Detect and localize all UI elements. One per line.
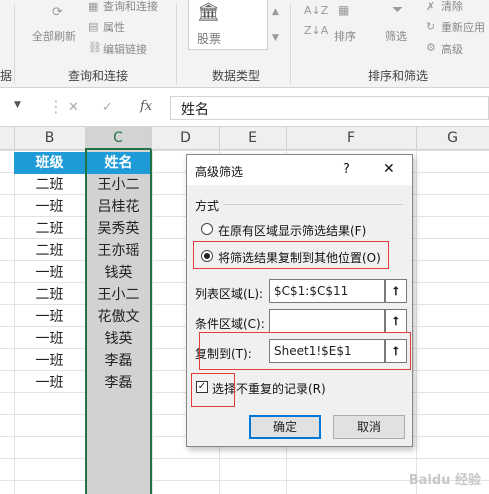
- column-header-g[interactable]: G: [416, 127, 489, 150]
- clear-filter-icon: ✗: [426, 0, 436, 13]
- name-box[interactable]: ▼: [0, 96, 40, 120]
- criteria-range-label: 条件区域(C):: [195, 317, 265, 331]
- sort-za-icon[interactable]: Z↓A: [304, 24, 328, 37]
- column-header-b[interactable]: B: [14, 127, 86, 150]
- radio-inplace-label[interactable]: 在原有区域显示筛选结果(F): [218, 222, 366, 239]
- table-cell-class[interactable]: 二班: [14, 218, 85, 240]
- column-header-d[interactable]: D: [152, 127, 220, 150]
- edit-links-button[interactable]: 编辑链接: [103, 41, 147, 57]
- scroll-up-icon[interactable]: ▲: [272, 6, 279, 19]
- table-cell-class[interactable]: 一班: [14, 350, 85, 372]
- list-range-collapse-icon[interactable]: ⭡: [385, 279, 407, 303]
- dialog-titlebar: 高级筛选 ? ✕: [187, 155, 412, 185]
- sort-dialog-icon: ▦: [338, 3, 350, 17]
- table-cell-class[interactable]: 二班: [14, 174, 85, 196]
- formula-more-icon: ⋮: [48, 97, 64, 116]
- table-cell-class[interactable]: 一班: [14, 372, 85, 394]
- close-button[interactable]: ✕: [383, 161, 395, 177]
- table-cell-name[interactable]: 王亦瑶: [87, 240, 150, 262]
- group-label-datatype: 数据类型: [212, 69, 261, 83]
- cancel-edit-icon[interactable]: ✕: [68, 100, 79, 115]
- cancel-button[interactable]: 取消: [333, 415, 405, 439]
- help-button[interactable]: ?: [343, 162, 350, 177]
- name-box-dropdown-icon[interactable]: ▼: [14, 100, 21, 110]
- table-cell-name[interactable]: 王小二: [87, 284, 150, 306]
- filter-button[interactable]: 筛选: [385, 28, 407, 44]
- query-connect-button[interactable]: 查询和连接: [103, 0, 158, 14]
- highlight-box-unique: [191, 373, 235, 407]
- dialog-title: 高级筛选: [195, 165, 244, 179]
- refresh-all-button[interactable]: 全部刷新: [32, 28, 76, 44]
- table-cell-name[interactable]: 王小二: [87, 174, 150, 196]
- table-cell-name[interactable]: 李磊: [87, 350, 150, 372]
- filter-funnel-icon: ⏷: [392, 2, 404, 18]
- select-all-corner[interactable]: [0, 127, 15, 150]
- table-cell-class[interactable]: 二班: [14, 284, 85, 306]
- formula-content: 姓名: [181, 102, 209, 118]
- bank-icon: 🏛: [197, 2, 220, 23]
- grid-column-line: [416, 150, 417, 494]
- advanced-filter-dialog: 高级筛选 ? ✕ 方式 在原有区域显示筛选结果(F) 将筛选结果复制到其他位置(…: [186, 154, 413, 447]
- ribbon-separator: [290, 4, 291, 84]
- sort-az-icon[interactable]: A↓Z: [304, 4, 328, 17]
- ribbon-partial-label: 据: [0, 69, 13, 83]
- table-cell-class[interactable]: 一班: [14, 328, 85, 350]
- grid-column-line: [152, 150, 153, 494]
- table-cell-name[interactable]: 吕桂花: [87, 196, 150, 218]
- ribbon-separator: [14, 4, 15, 84]
- table-cell-name[interactable]: 钱英: [87, 262, 150, 284]
- table-cell-class[interactable]: 一班: [14, 306, 85, 328]
- clear-button[interactable]: 清除: [441, 0, 463, 14]
- query-icon: ▦: [88, 0, 99, 13]
- advanced-filter-icon: ⚙: [426, 41, 436, 54]
- column-header-c[interactable]: C: [85, 127, 152, 150]
- table-cell-class[interactable]: 一班: [14, 262, 85, 284]
- sort-button[interactable]: 排序: [334, 28, 356, 44]
- highlight-box-copy-to: [199, 332, 411, 370]
- insert-function-icon[interactable]: fx: [140, 99, 152, 114]
- table-cell-name[interactable]: 花傲文: [87, 306, 150, 328]
- ok-button[interactable]: 确定: [249, 415, 321, 439]
- properties-button[interactable]: 属性: [103, 19, 125, 35]
- radio-inplace[interactable]: [201, 223, 213, 235]
- column-header-row: B C D E F G: [0, 127, 489, 150]
- column-header-e[interactable]: E: [219, 127, 287, 150]
- section-divider: [223, 204, 403, 205]
- refresh-icon: ⟳: [52, 5, 63, 20]
- link-icon: ⛓: [88, 41, 102, 54]
- list-range-label: 列表区域(L):: [195, 287, 264, 301]
- reapply-button[interactable]: 重新应用: [441, 19, 485, 35]
- table-cell-class[interactable]: 一班: [14, 196, 85, 218]
- advanced-button[interactable]: 高级: [441, 41, 463, 57]
- column-header-f[interactable]: F: [286, 127, 417, 150]
- list-range-input[interactable]: $C$1:$C$11: [269, 279, 385, 303]
- table-header-name[interactable]: 姓名: [87, 152, 150, 174]
- ribbon: 据 ⟳ 全部刷新 ▦ 查询和连接 ▤ 属性 ⛓ 编辑链接 查询和连接 🏛 股票 …: [0, 0, 489, 88]
- group-label-sortfilter: 排序和筛选: [368, 69, 429, 83]
- mode-section-label: 方式: [195, 199, 220, 213]
- stock-datatype-button[interactable]: 🏛 股票: [188, 0, 268, 50]
- confirm-edit-icon[interactable]: ✓: [102, 100, 113, 115]
- reapply-icon: ↻: [426, 20, 436, 33]
- criteria-range-input[interactable]: [269, 309, 385, 333]
- ribbon-separator: [176, 4, 177, 84]
- table-cell-name[interactable]: 吴秀英: [87, 218, 150, 240]
- watermark: Baidu 经验: [408, 473, 481, 488]
- formula-input[interactable]: 姓名: [170, 96, 489, 120]
- table-cell-name[interactable]: 李磊: [87, 372, 150, 394]
- stock-label: 股票: [197, 32, 222, 46]
- table-cell-name[interactable]: 钱英: [87, 328, 150, 350]
- criteria-range-collapse-icon[interactable]: ⭡: [385, 309, 407, 333]
- group-label-query: 查询和连接: [68, 69, 129, 83]
- properties-icon: ▤: [88, 20, 99, 33]
- table-cell-class[interactable]: 二班: [14, 240, 85, 262]
- table-header-class[interactable]: 班级: [14, 152, 85, 174]
- highlight-box-copy-option: [193, 241, 389, 269]
- scroll-down-icon[interactable]: ▼: [272, 32, 279, 45]
